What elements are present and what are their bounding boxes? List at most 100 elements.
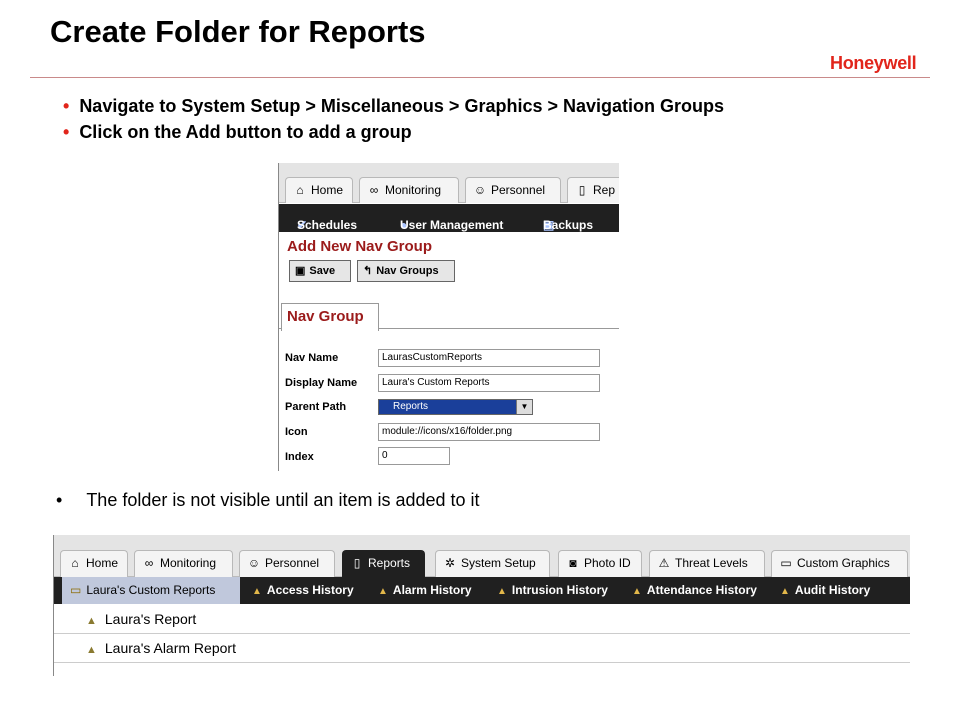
honeywell-logo: Honeywell xyxy=(830,53,917,73)
subnav-access-history-label: Access History xyxy=(266,583,354,597)
subnav-alarm-history-label: Alarm History xyxy=(392,583,472,597)
bullet-dot: • xyxy=(63,96,70,116)
list-item-label: Laura's Alarm Report xyxy=(104,640,236,656)
glasses-icon: ∞ xyxy=(144,556,154,570)
document-icon: ▯ xyxy=(353,556,361,570)
tab-monitoring[interactable]: ∞ Monitoring xyxy=(134,550,233,577)
tab-home-label: Home xyxy=(311,183,344,197)
report-icon: ▲ xyxy=(497,586,507,597)
report-icon: ▲ xyxy=(252,586,262,597)
document-icon: ▯ xyxy=(578,183,586,197)
icon-input[interactable]: module://icons/x16/folder.png xyxy=(378,423,600,441)
folder-icon: ▭ xyxy=(780,556,792,570)
tab-threat-levels-label: Threat Levels xyxy=(675,556,748,570)
nav-name-label: Nav Name xyxy=(285,352,339,364)
report-icon: ▲ xyxy=(86,615,97,627)
tab-reports-label: Rep xyxy=(593,183,616,197)
bullet-note: • The folder is not visible until an item… xyxy=(56,490,480,511)
subnav-audit-history[interactable]: ▲ Audit History xyxy=(780,583,870,597)
tab-photo-id-label: Photo ID xyxy=(584,556,631,570)
tab-reports[interactable]: ▯ Reports xyxy=(342,550,425,577)
subnav-attendance-history-label: Attendance History xyxy=(646,583,757,597)
reports-tab-screenshot: ⌂ Home ∞ Monitoring ☺ Personnel ▯ Reports ✲ S… xyxy=(53,535,910,676)
add-nav-group-screenshot: ⌂ Home ∞ Monitoring ☺ Personnel ▯ Rep ✔ Sched… xyxy=(278,163,619,471)
tab-nav-group[interactable]: Nav Group xyxy=(281,303,379,331)
bullet-note-text: The folder is not visible until an item … xyxy=(86,490,480,510)
nav-name-input[interactable]: LaurasCustomReports xyxy=(378,349,600,367)
nav-groups-button[interactable]: ↰ Nav Groups xyxy=(357,260,455,282)
tab-home[interactable]: ⌂ Home xyxy=(285,177,353,203)
save-button-label: Save xyxy=(309,265,336,277)
subnav-access-history[interactable]: ▲ Access History xyxy=(252,583,354,597)
list-item[interactable]: ▲ Laura's Alarm Report xyxy=(54,634,910,663)
subnav-lauras-custom-reports-label: Laura's Custom Reports xyxy=(86,583,216,597)
warning-icon: ⚠ xyxy=(658,556,670,570)
tab-home[interactable]: ⌂ Home xyxy=(60,550,128,577)
bullet-navigate-text: Navigate to System Setup > Miscellaneous… xyxy=(79,96,725,116)
tab-system-setup-label: System Setup xyxy=(461,556,536,570)
tab-personnel[interactable]: ☺ Personnel xyxy=(239,550,335,577)
glasses-icon: ∞ xyxy=(369,183,379,197)
subnav-schedules-label: Schedules xyxy=(297,218,358,232)
index-input[interactable]: 0 xyxy=(378,447,450,465)
report-icon: ▲ xyxy=(632,586,642,597)
home-icon: ⌂ xyxy=(71,556,79,570)
tab-personnel[interactable]: ☺ Personnel xyxy=(465,177,561,203)
subnav-intrusion-history[interactable]: ▲ Intrusion History xyxy=(497,583,608,597)
save-button[interactable]: ▣ Save xyxy=(289,260,351,282)
parent-path-value: Reports xyxy=(393,401,429,412)
system-setup-subnav: ✔ Schedules ● User Management ▣ Backups xyxy=(279,204,619,232)
page-header: Add New Nav Group xyxy=(287,238,433,255)
icon-label: Icon xyxy=(285,426,308,438)
tab-system-setup[interactable]: ✲ System Setup xyxy=(435,550,550,577)
back-icon: ↰ xyxy=(363,265,373,277)
home-icon: ⌂ xyxy=(296,183,304,197)
chevron-down-icon: ▼ xyxy=(516,400,532,414)
tab-threat-levels[interactable]: ⚠ Threat Levels xyxy=(649,550,765,577)
report-icon: ▲ xyxy=(780,586,790,597)
tab-photo-id[interactable]: ◙ Photo ID xyxy=(558,550,642,577)
camera-icon: ◙ xyxy=(569,556,577,570)
subnav-intrusion-history-label: Intrusion History xyxy=(511,583,608,597)
index-label: Index xyxy=(285,451,314,463)
main-tab-bar: ⌂ Home ∞ Monitoring ☺ Personnel ▯ Reports ✲ S… xyxy=(54,535,910,577)
bullet-add-text: Click on the Add button to add a group xyxy=(79,122,412,142)
tab-monitoring[interactable]: ∞ Monitoring xyxy=(359,177,459,203)
gear-icon: ✲ xyxy=(444,556,456,570)
people-icon: ☺ xyxy=(247,556,261,570)
tab-monitoring-label: Monitoring xyxy=(160,556,217,570)
main-tab-bar: ⌂ Home ∞ Monitoring ☺ Personnel ▯ Rep xyxy=(279,163,619,203)
parent-path-select[interactable]: Reports ▼ xyxy=(378,399,533,415)
reports-subnav: ▭ Laura's Custom Reports ▲ Access History … xyxy=(54,577,910,604)
title-divider xyxy=(30,77,930,78)
people-icon: ☺ xyxy=(473,183,487,197)
tab-monitoring-label: Monitoring xyxy=(385,183,442,197)
folder-icon: ▭ xyxy=(70,583,82,597)
list-item[interactable]: ▲ Laura's Report xyxy=(54,605,910,634)
slide-title: Create Folder for Reports xyxy=(50,14,426,49)
display-name-label: Display Name xyxy=(285,377,358,389)
tab-personnel-label: Personnel xyxy=(265,556,320,570)
tab-reports[interactable]: ▯ Rep xyxy=(567,177,619,203)
alarm-report-icon: ▲ xyxy=(378,586,388,597)
bullet-dot: • xyxy=(63,122,70,142)
subnav-alarm-history[interactable]: ▲ Alarm History xyxy=(378,583,472,597)
subnav-user-management-label: User Management xyxy=(400,218,504,232)
tab-custom-graphics[interactable]: ▭ Custom Graphics xyxy=(771,550,908,577)
list-item-label: Laura's Report xyxy=(104,611,197,627)
tab-reports-label: Reports xyxy=(368,556,411,570)
tab-personnel-label: Personnel xyxy=(491,183,546,197)
bullet-navigate: • Navigate to System Setup > Miscellaneou… xyxy=(63,96,724,117)
tab-home-label: Home xyxy=(86,556,119,570)
subnav-attendance-history[interactable]: ▲ Attendance History xyxy=(632,583,757,597)
bullet-add: • Click on the Add button to add a group xyxy=(63,122,412,143)
alarm-report-icon: ▲ xyxy=(86,644,97,656)
nav-groups-button-label: Nav Groups xyxy=(376,265,439,277)
subnav-audit-history-label: Audit History xyxy=(794,583,871,597)
form-tab-bar: Nav Group xyxy=(279,303,619,331)
display-name-input[interactable]: Laura's Custom Reports xyxy=(378,374,600,392)
tab-custom-graphics-label: Custom Graphics xyxy=(797,556,890,570)
subnav-lauras-custom-reports[interactable]: ▭ Laura's Custom Reports xyxy=(62,577,240,604)
bullet-dot: • xyxy=(56,490,63,510)
subnav-backups-label: Backups xyxy=(543,218,594,232)
